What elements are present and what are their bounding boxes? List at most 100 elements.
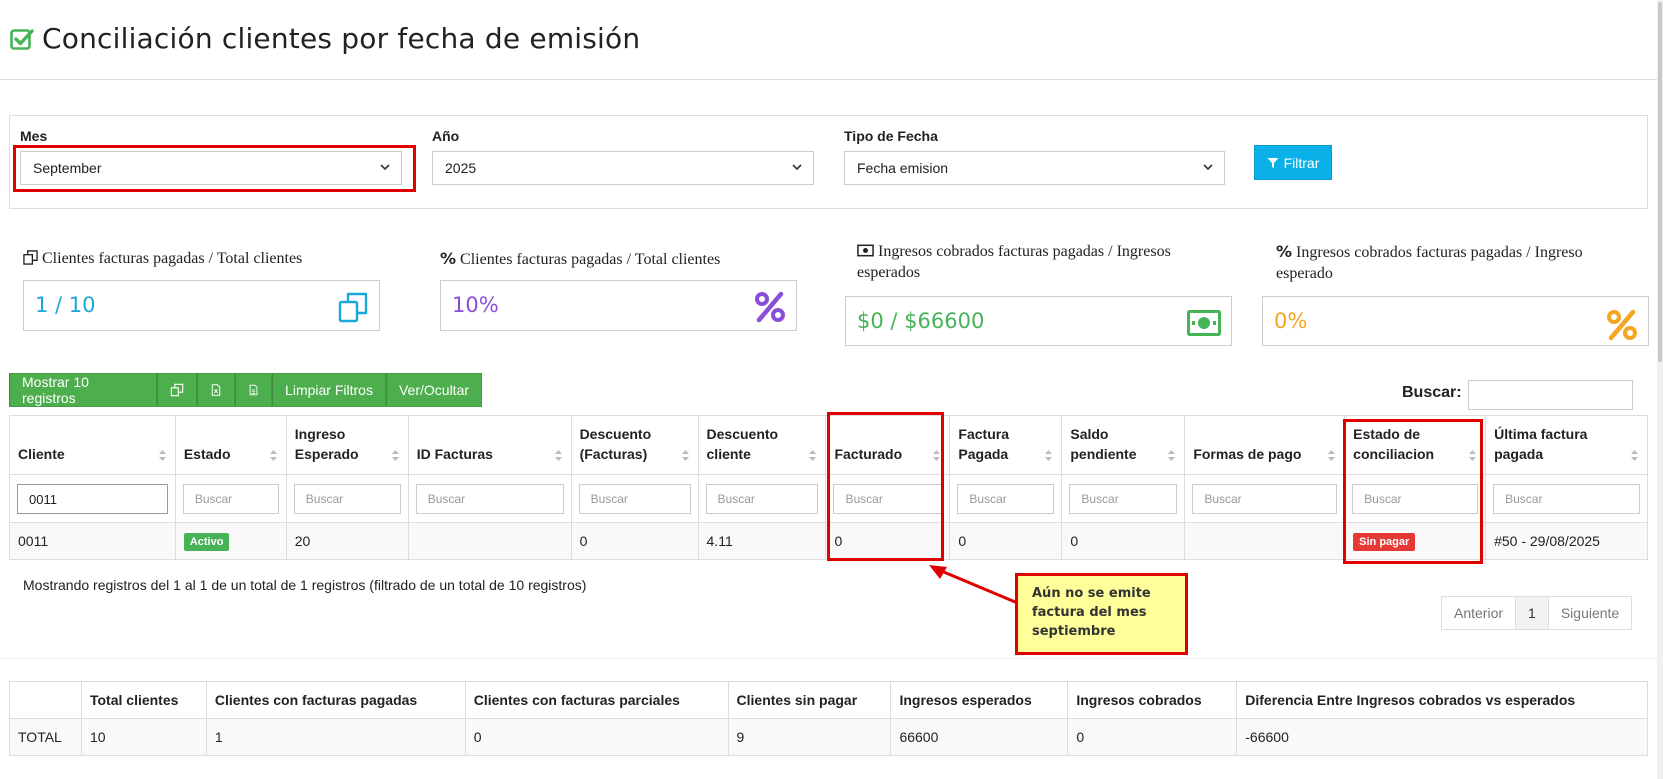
clear-filters-label: Limpiar Filtros: [285, 382, 373, 398]
stat-card-income-percent: 0%: [1262, 296, 1649, 346]
summary-table: Total clientes Clientes con facturas pag…: [9, 681, 1648, 756]
excel-export-button[interactable]: [197, 373, 235, 407]
filter-input-formas-pago[interactable]: Buscar: [1192, 483, 1338, 514]
summary-cell: 10: [80, 718, 207, 756]
show-hide-label: Ver/Ocultar: [398, 382, 470, 398]
stat-title-3: Ingresos cobrados facturas pagadas / Ing…: [857, 241, 1197, 283]
column-header-cliente[interactable]: Cliente: [9, 415, 176, 475]
sort-icon: [391, 450, 399, 461]
stat-title-4: % Ingresos cobrados facturas pagadas / I…: [1276, 241, 1616, 284]
anio-label: Año: [432, 128, 460, 144]
stat-card-income: $0 / $66600: [845, 296, 1232, 346]
filter-button[interactable]: Filtrar: [1254, 145, 1332, 180]
highlight-facturado-column: [827, 412, 944, 561]
summary-row: TOTAL 10 1 0 9 66600 0 -66600: [9, 718, 1648, 756]
cell-factura-pagada: 0: [949, 522, 1063, 560]
vertical-scrollbar[interactable]: [1657, 0, 1663, 779]
callout-line: factura del mes: [1032, 605, 1147, 620]
summary-header: Clientes con facturas pagadas: [205, 681, 466, 719]
stat-title-text-4: Ingresos cobrados facturas pagadas / Ing…: [1276, 244, 1583, 282]
anio-select[interactable]: 2025: [432, 151, 814, 185]
mes-label: Mes: [20, 128, 48, 144]
summary-cell: 66600: [890, 718, 1069, 756]
column-header-factura-pagada[interactable]: Factura Pagada: [949, 415, 1063, 475]
filter-input-ultima-factura[interactable]: Buscar: [1493, 483, 1640, 514]
divider: [0, 658, 1663, 659]
filter-input-ingreso-esperado[interactable]: Buscar: [293, 483, 401, 514]
clear-filters-button[interactable]: Limpiar Filtros: [272, 373, 386, 407]
document-icon: [249, 384, 258, 396]
percent-icon: [1607, 309, 1637, 341]
tipo-fecha-select[interactable]: Fecha emision: [844, 151, 1225, 185]
mes-select[interactable]: September: [20, 151, 402, 185]
money-icon: [1187, 310, 1221, 336]
chevron-down-icon: [1203, 164, 1213, 171]
summary-cell: TOTAL: [9, 718, 82, 756]
scrollbar-thumb[interactable]: [1658, 2, 1662, 362]
sort-icon: [809, 450, 817, 461]
summary-header: Clientes sin pagar: [727, 681, 892, 719]
column-header-descuento-cliente[interactable]: Descuento cliente: [697, 415, 827, 475]
tipo-fecha-select-value: Fecha emision: [857, 160, 949, 176]
show-hide-columns-button[interactable]: Ver/Ocultar: [386, 373, 482, 407]
copy-button[interactable]: [157, 373, 197, 407]
stat-title-1: Clientes facturas pagadas / Total client…: [23, 248, 403, 269]
stat-card-paid-percent: 10%: [440, 280, 797, 331]
stat-value-4: 0%: [1274, 309, 1308, 333]
table-toolbar: Mostrar 10 registros Limpiar Filtros Ver…: [9, 373, 482, 407]
sort-icon: [1168, 450, 1176, 461]
summary-header: [9, 681, 82, 719]
excel-file-icon: [211, 384, 221, 396]
highlight-estado-conciliacion-column: [1343, 419, 1483, 564]
pdf-export-button[interactable]: [235, 373, 272, 407]
pagination-prev[interactable]: Anterior: [1442, 597, 1515, 629]
percent-icon: %: [1276, 242, 1293, 261]
search-label: Buscar:: [1402, 384, 1462, 401]
callout-line: Aún no se emite: [1032, 586, 1151, 601]
column-header-ingreso-esperado[interactable]: Ingreso Esperado: [285, 415, 409, 475]
sort-icon: [269, 450, 277, 461]
cell-cliente: 0011: [9, 522, 176, 560]
column-label: Última factura pagada: [1494, 426, 1588, 462]
column-header-estado[interactable]: Estado: [174, 415, 287, 475]
status-badge-active: Activo: [183, 532, 230, 551]
column-label: Descuento cliente: [706, 426, 779, 462]
summary-cell: 9: [727, 718, 892, 756]
filter-input-descuento-cliente[interactable]: Buscar: [705, 483, 819, 514]
show-records-label: Mostrar 10 registros: [22, 374, 89, 406]
pagination-page-1[interactable]: 1: [1515, 597, 1548, 629]
pagination: Anterior 1 Siguiente: [1441, 596, 1633, 630]
money-icon: [857, 244, 874, 257]
filter-input-id-facturas[interactable]: Buscar: [415, 483, 564, 514]
column-header-saldo-pendiente[interactable]: Saldo pendiente: [1061, 415, 1186, 475]
filter-input-cliente[interactable]: 0011: [17, 483, 168, 514]
filter-input-descuento-facturas[interactable]: Buscar: [578, 483, 691, 514]
stat-title-text-2: Clientes facturas pagadas / Total client…: [460, 251, 721, 268]
stat-title-2: % Clientes facturas pagadas / Total clie…: [440, 248, 820, 270]
percent-icon: %: [440, 249, 457, 268]
cell-id-facturas: [407, 522, 572, 560]
column-header-formas-pago[interactable]: Formas de pago: [1184, 415, 1346, 475]
cell-ultima-factura: #50 - 29/08/2025: [1485, 522, 1648, 560]
summary-header: Total clientes: [80, 681, 207, 719]
sort-icon: [1328, 450, 1336, 461]
stat-title-text-1: Clientes facturas pagadas / Total client…: [42, 250, 303, 267]
chevron-down-icon: [792, 164, 802, 171]
pagination-next[interactable]: Siguiente: [1547, 597, 1631, 629]
filter-input-saldo-pendiente[interactable]: Buscar: [1069, 483, 1178, 514]
cell-saldo-pendiente: 0: [1061, 522, 1186, 560]
filter-input-estado[interactable]: Buscar: [182, 483, 279, 514]
summary-header-row: Total clientes Clientes con facturas pag…: [9, 681, 1648, 719]
column-label: Estado: [183, 446, 231, 462]
filter-input-factura-pagada[interactable]: Buscar: [957, 483, 1055, 514]
show-records-button[interactable]: Mostrar 10 registros: [9, 373, 157, 407]
annotation-callout: Aún no se emite factura del mes septiemb…: [1015, 573, 1188, 655]
summary-cell: 1: [205, 718, 466, 756]
search-input[interactable]: [1468, 380, 1633, 410]
summary-header: Ingresos cobrados: [1067, 681, 1238, 719]
summary-cell: 0: [464, 718, 729, 756]
copy-icon: [170, 383, 184, 397]
column-header-ultima-factura[interactable]: Última factura pagada: [1485, 415, 1648, 475]
column-header-descuento-facturas[interactable]: Descuento (Facturas): [570, 415, 699, 475]
column-header-id-facturas[interactable]: ID Facturas: [407, 415, 572, 475]
